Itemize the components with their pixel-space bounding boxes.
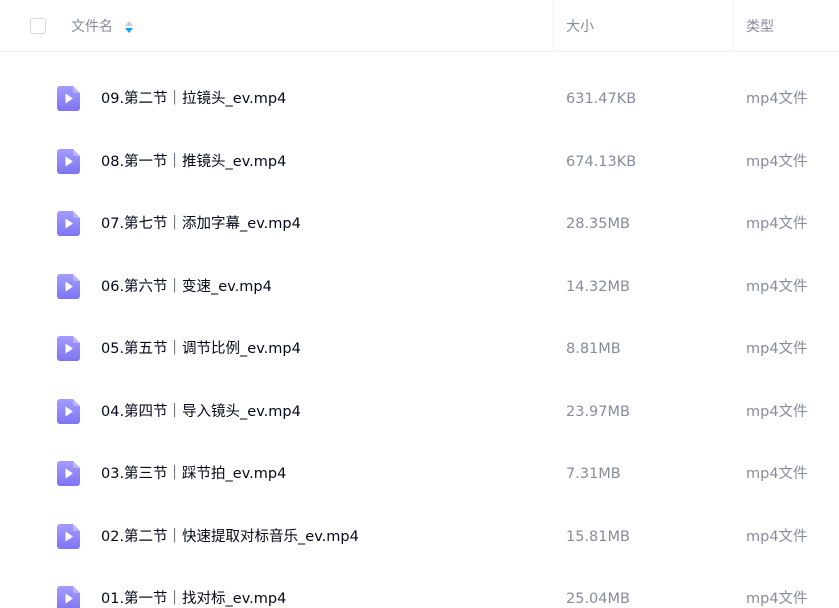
- sort-icon[interactable]: [125, 21, 133, 33]
- file-type: mp4文件: [746, 278, 808, 295]
- file-name[interactable]: 03.第三节｜踩节拍_ev.mp4: [101, 463, 286, 485]
- video-file-icon: [57, 461, 80, 486]
- file-size: 28.35MB: [566, 216, 630, 232]
- column-divider[interactable]: [553, 0, 554, 52]
- file-size: 674.13KB: [566, 153, 637, 170]
- file-name[interactable]: 07.第七节｜添加字幕_ev.mp4: [101, 213, 301, 235]
- file-name[interactable]: 05.第五节｜调节比例_ev.mp4: [101, 338, 301, 360]
- file-row[interactable]: 06.第六节｜变速_ev.mp4 14.32MB mp4文件: [0, 255, 839, 318]
- video-file-icon: [57, 86, 80, 111]
- file-list: 文件名 大小 类型 09.第二节｜拉镜头_ev.mp4 631.47KB mp4文件…: [0, 0, 839, 608]
- video-file-icon: [57, 336, 80, 361]
- file-type: mp4文件: [746, 153, 808, 170]
- file-row[interactable]: 01.第一节｜找对标_ev.mp4 25.04MB mp4文件: [0, 567, 839, 608]
- column-header-name-label: 文件名: [71, 19, 113, 35]
- file-row[interactable]: 08.第一节｜推镜头_ev.mp4 674.13KB mp4文件: [0, 130, 839, 193]
- file-row[interactable]: 07.第七节｜添加字幕_ev.mp4 28.35MB mp4文件: [0, 192, 839, 255]
- list-header: 文件名 大小 类型: [0, 0, 839, 52]
- file-row[interactable]: 04.第四节｜导入镜头_ev.mp4 23.97MB mp4文件: [0, 380, 839, 443]
- video-file-icon: [57, 523, 80, 549]
- file-name[interactable]: 01.第一节｜找对标_ev.mp4: [101, 588, 286, 608]
- column-header-name[interactable]: 文件名: [71, 17, 133, 37]
- video-file-icon: [57, 273, 80, 299]
- file-name[interactable]: 02.第二节｜快速提取对标音乐_ev.mp4: [101, 526, 359, 548]
- file-size: 15.81MB: [566, 528, 630, 545]
- file-row[interactable]: 03.第三节｜踩节拍_ev.mp4 7.31MB mp4文件: [0, 442, 839, 505]
- file-name[interactable]: 04.第四节｜导入镜头_ev.mp4: [101, 401, 301, 423]
- column-header-type[interactable]: 类型: [746, 17, 774, 37]
- video-file-icon: [57, 398, 80, 424]
- video-file-icon: [57, 586, 80, 608]
- video-file-icon: [57, 211, 80, 236]
- file-size: 25.04MB: [566, 591, 630, 607]
- file-size: 23.97MB: [566, 403, 630, 420]
- file-name[interactable]: 06.第六节｜变速_ev.mp4: [101, 276, 272, 298]
- file-rows: 09.第二节｜拉镜头_ev.mp4 631.47KB mp4文件 08.第一节｜推镜头…: [0, 67, 839, 608]
- file-type: mp4文件: [746, 591, 808, 607]
- file-name[interactable]: 08.第一节｜推镜头_ev.mp4: [101, 151, 286, 173]
- column-divider[interactable]: [733, 0, 734, 52]
- file-type: mp4文件: [746, 341, 808, 357]
- column-header-size[interactable]: 大小: [566, 17, 594, 37]
- file-size: 7.31MB: [566, 466, 621, 482]
- file-size: 631.47KB: [566, 91, 637, 107]
- file-row[interactable]: 05.第五节｜调节比例_ev.mp4 8.81MB mp4文件: [0, 317, 839, 380]
- file-type: mp4文件: [746, 91, 808, 107]
- file-type: mp4文件: [746, 528, 808, 545]
- file-size: 14.32MB: [566, 278, 630, 295]
- file-type: mp4文件: [746, 466, 808, 482]
- file-row[interactable]: 09.第二节｜拉镜头_ev.mp4 631.47KB mp4文件: [0, 67, 839, 130]
- file-type: mp4文件: [746, 403, 808, 420]
- video-file-icon: [57, 148, 80, 174]
- select-all-checkbox[interactable]: [30, 18, 46, 34]
- file-size: 8.81MB: [566, 341, 621, 357]
- file-row[interactable]: 02.第二节｜快速提取对标音乐_ev.mp4 15.81MB mp4文件: [0, 505, 839, 568]
- file-name[interactable]: 09.第二节｜拉镜头_ev.mp4: [101, 88, 286, 110]
- file-type: mp4文件: [746, 216, 808, 232]
